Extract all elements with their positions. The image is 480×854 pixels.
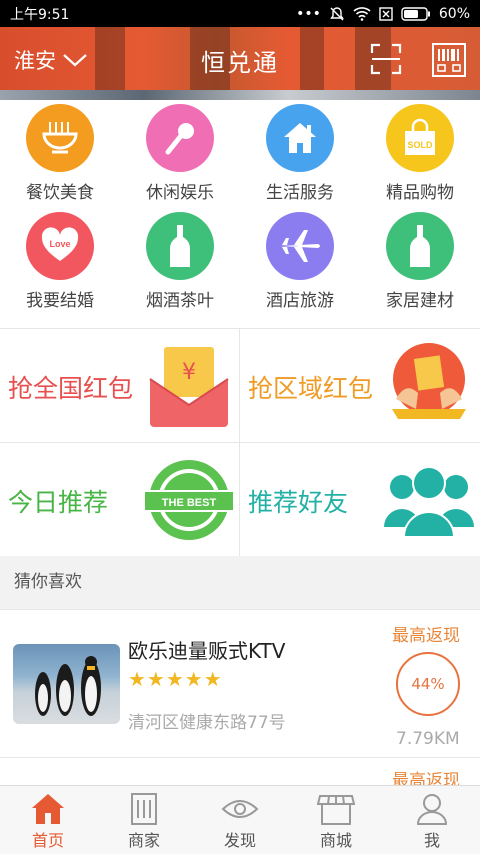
barcode-icon[interactable] (432, 43, 466, 77)
store-icon (317, 795, 355, 825)
svg-text:¥: ¥ (182, 360, 196, 385)
merchant-list-item[interactable]: 最高返现 (0, 757, 480, 788)
friends-group-icon (384, 466, 474, 538)
page-title: 恒兑通 (201, 49, 279, 77)
status-bar: 上午9:51 ••• 60% (0, 0, 480, 27)
tab-me[interactable]: 我 (384, 786, 480, 854)
scan-icon[interactable] (370, 43, 402, 75)
tab-label: 首页 (31, 831, 64, 850)
red-packet-hands-icon (392, 343, 466, 419)
home-icon (32, 794, 64, 824)
merchant-list-item[interactable]: 欧乐迪量贩式KTV ★★★★★ 清河区健康东路77号 最高返现 44% 7.79… (0, 609, 480, 758)
microphone-icon (146, 104, 214, 172)
category-grid: 餐饮美食 休闲娱乐 生活服务 SOLD 精品购物 Love 我要结婚 烟酒茶叶 (0, 100, 480, 328)
sold-badge: SOLD (407, 140, 433, 150)
promo-today-recommend[interactable]: 今日推荐 THE BEST (0, 443, 239, 556)
category-tobacco-tea[interactable]: 烟酒茶叶 (120, 212, 240, 311)
distance: 7.79KM (396, 729, 460, 749)
category-home-building[interactable]: 家居建材 (360, 212, 480, 311)
battery-level: 60% (438, 5, 470, 22)
love-heart-icon: Love (26, 212, 94, 280)
bottle-icon (146, 212, 214, 280)
promo-grid: 抢全国红包 ¥ 抢区域红包 今日推荐 THE BEST 推荐好友 (0, 328, 480, 557)
category-travel[interactable]: 酒店旅游 (240, 212, 360, 311)
merchant-thumbnail (13, 644, 120, 724)
category-wedding[interactable]: Love 我要结婚 (0, 212, 120, 311)
category-shopping[interactable]: SOLD 精品购物 (360, 104, 480, 203)
rebate-badge: 44% (396, 652, 460, 716)
love-badge: Love (49, 239, 70, 249)
tab-discover[interactable]: 发现 (192, 786, 288, 854)
bottom-tab-bar: 首页 商家 发现 商城 我 (0, 785, 480, 854)
user-icon (416, 794, 448, 825)
house-icon (266, 104, 334, 172)
category-label: 我要结婚 (26, 291, 94, 311)
promo-label: 推荐好友 (248, 488, 349, 517)
the-best-badge-icon: THE BEST (143, 460, 235, 540)
status-time: 上午9:51 (10, 6, 70, 23)
sim-icon (379, 6, 393, 21)
bottle-icon (386, 212, 454, 280)
mute-icon (329, 6, 344, 20)
merchant-name: 欧乐迪量贩式KTV (128, 639, 286, 663)
merchant-address: 清河区健康东路77号 (128, 713, 286, 733)
promo-recommend-friend[interactable]: 推荐好友 (240, 443, 479, 556)
status-icons: ••• 60% (296, 6, 470, 22)
category-services[interactable]: 生活服务 (240, 104, 360, 203)
dots-icon: ••• (296, 5, 321, 22)
category-label: 精品购物 (386, 183, 454, 203)
promo-label: 抢全国红包 (8, 374, 134, 403)
category-label: 烟酒茶叶 (146, 291, 214, 311)
battery-icon (401, 6, 430, 21)
tab-merchants[interactable]: 商家 (96, 786, 192, 854)
category-label: 休闲娱乐 (146, 183, 214, 203)
red-envelope-icon: ¥ (149, 347, 229, 427)
tab-home[interactable]: 首页 (0, 786, 96, 854)
category-food[interactable]: 餐饮美食 (0, 104, 120, 203)
max-rebate-label: 最高返现 (392, 626, 460, 646)
promo-label: 今日推荐 (8, 488, 109, 517)
category-entertainment[interactable]: 休闲娱乐 (120, 104, 240, 203)
category-label: 酒店旅游 (266, 291, 334, 311)
tab-label: 发现 (223, 831, 256, 850)
tab-label: 商家 (127, 831, 160, 850)
shopping-bag-icon: SOLD (386, 104, 454, 172)
category-label: 家居建材 (386, 291, 454, 311)
promo-regional-red-packet[interactable]: 抢区域红包 (240, 329, 479, 442)
wifi-icon (353, 6, 371, 21)
eye-icon (221, 800, 259, 818)
rebate-value: 44% (411, 675, 445, 693)
top-bar: 淮安 恒兑通 (0, 27, 480, 118)
noodles-icon (26, 104, 94, 172)
tab-label: 商城 (319, 831, 352, 850)
category-label: 生活服务 (266, 183, 334, 203)
tab-label: 我 (423, 831, 440, 850)
the-best-text: THE BEST (162, 497, 217, 509)
building-icon (131, 793, 157, 825)
promo-national-red-packet[interactable]: 抢全国红包 ¥ (0, 329, 239, 442)
tab-mall[interactable]: 商城 (288, 786, 384, 854)
rating-stars: ★★★★★ (128, 667, 223, 691)
airplane-icon (266, 212, 334, 280)
promo-label: 抢区域红包 (248, 374, 374, 403)
category-label: 餐饮美食 (26, 183, 94, 203)
section-title: 猜你喜欢 (0, 556, 480, 609)
